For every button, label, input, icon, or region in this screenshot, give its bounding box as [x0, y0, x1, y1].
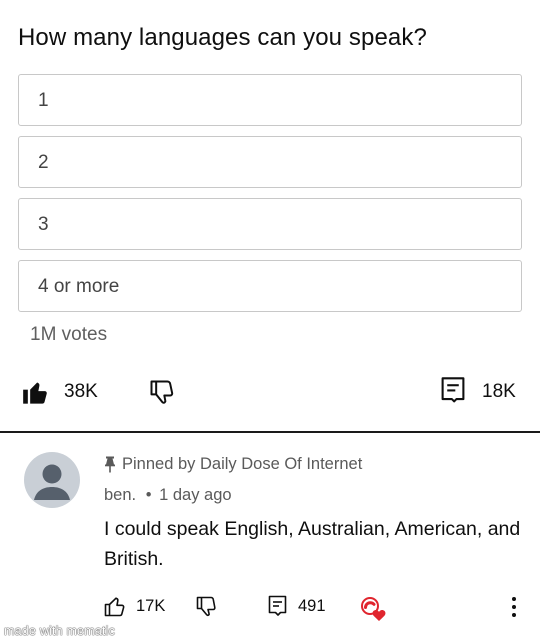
comment-text: I could speak English, Australian, Ameri… — [104, 518, 521, 570]
avatar[interactable] — [24, 452, 80, 508]
reply-icon[interactable] — [268, 595, 288, 619]
section-divider — [0, 431, 540, 433]
comment-time[interactable]: 1 day ago — [159, 486, 231, 504]
creator-heart-icon — [361, 597, 386, 621]
poll-option-1[interactable]: 1 — [18, 74, 522, 126]
comment-meta: ben. • 1 day ago — [104, 486, 232, 505]
thumbs-down-icon[interactable] — [148, 378, 176, 406]
thumbs-up-icon[interactable] — [104, 595, 128, 617]
post-comment-count: 18K — [482, 381, 516, 402]
poll-option-label: 1 — [38, 90, 49, 111]
default-avatar-icon — [34, 464, 70, 500]
comment-author[interactable]: ben. — [104, 486, 136, 504]
poll-option-label: 3 — [38, 214, 49, 235]
comment-icon[interactable] — [440, 376, 466, 406]
poll-option-3[interactable]: 3 — [18, 198, 522, 250]
poll-option-2[interactable]: 2 — [18, 136, 522, 188]
poll-option-label: 2 — [38, 152, 49, 173]
more-options-icon[interactable] — [506, 595, 522, 619]
comment-like-count: 17K — [136, 597, 166, 615]
poll-vote-count: 1M votes — [30, 324, 108, 345]
comment-reply-count: 491 — [298, 597, 326, 615]
pinned-label: Pinned by Daily Dose Of Internet — [122, 455, 363, 473]
meta-separator: • — [145, 486, 152, 504]
post-like-count: 38K — [64, 381, 98, 402]
thumbs-up-filled-icon[interactable] — [22, 378, 50, 406]
poll-option-label: 4 or more — [38, 276, 120, 297]
poll-question: How many languages can you speak? — [18, 24, 427, 51]
poll-option-4-or-more[interactable]: 4 or more — [18, 260, 522, 312]
comment-thumbs-down-icon[interactable] — [196, 596, 220, 618]
pin-icon — [105, 456, 115, 473]
watermark: made with mematic — [4, 624, 116, 638]
